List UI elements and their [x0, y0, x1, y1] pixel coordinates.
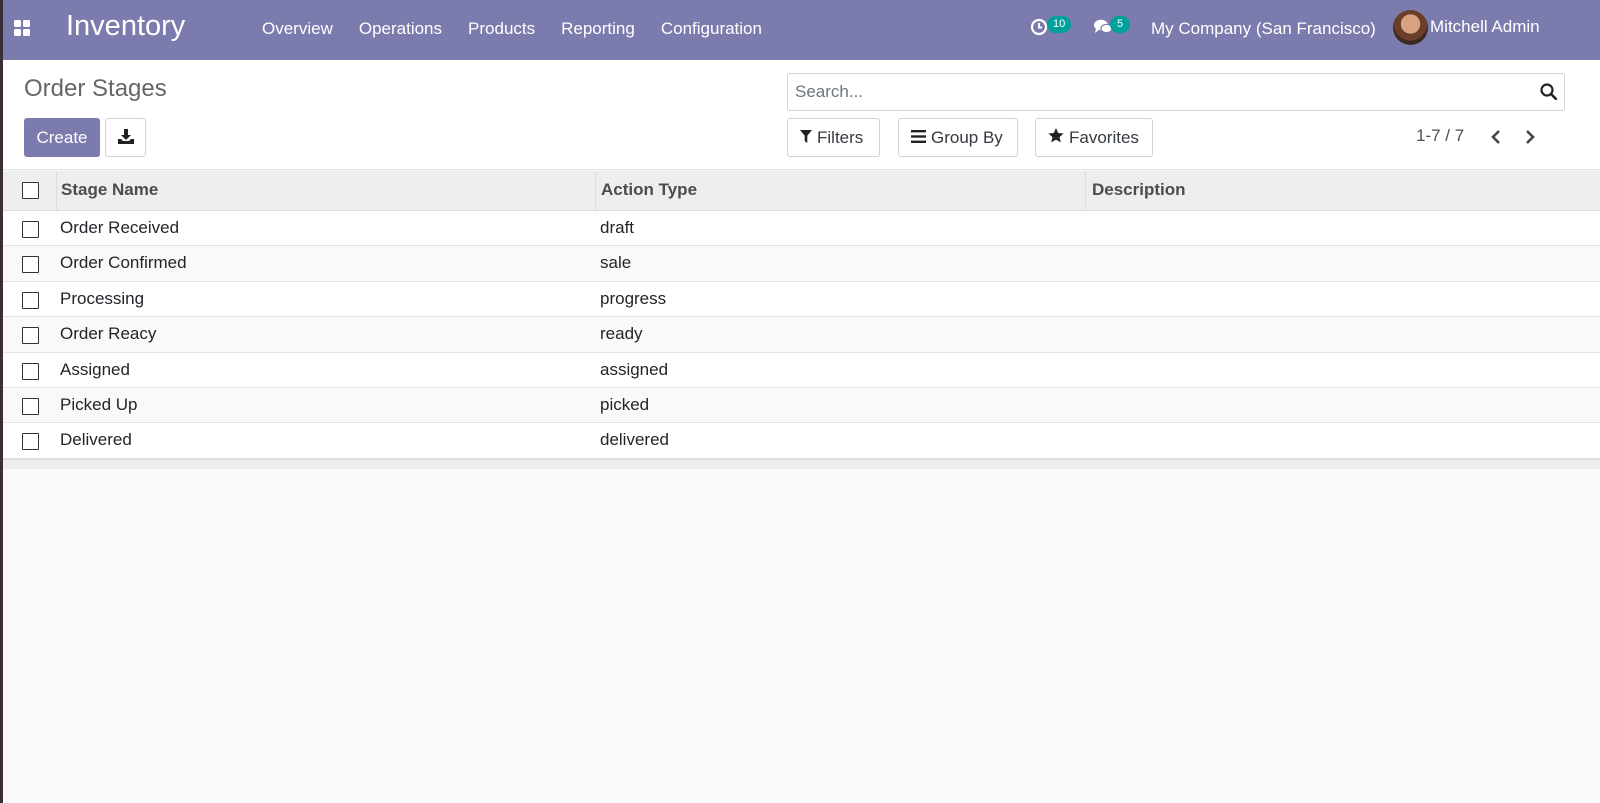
funnel-icon [800, 128, 812, 148]
table-row[interactable]: Picked Up picked [3, 387, 1600, 424]
table-footer [3, 458, 1600, 469]
action-type-cell: delivered [600, 430, 669, 450]
menu-item-overview[interactable]: Overview [249, 0, 346, 60]
menu-item-operations[interactable]: Operations [346, 0, 455, 60]
page-title: Order Stages [24, 75, 167, 102]
table-row[interactable]: Processing progress [3, 281, 1600, 318]
row-checkbox[interactable] [22, 291, 39, 309]
description-cell [1085, 282, 1600, 316]
menu-item-reporting[interactable]: Reporting [548, 0, 648, 60]
description-cell [1085, 423, 1600, 457]
stage-name-cell: Assigned [60, 359, 130, 379]
row-checkbox[interactable] [22, 433, 39, 451]
menu-item-configuration[interactable]: Configuration [648, 0, 775, 60]
filters-label: Filters [817, 127, 864, 147]
row-checkbox[interactable] [22, 256, 39, 274]
table-body: Order Received draft Order Confirmed sal… [3, 211, 1600, 459]
action-type-cell: draft [600, 218, 635, 237]
search-icon[interactable] [1540, 83, 1558, 105]
row-checkbox[interactable] [22, 362, 39, 380]
app-window: Inventory Overview Operations Products R… [3, 0, 1600, 803]
column-header-stage-name[interactable]: Stage Name [56, 171, 595, 210]
group-by-button[interactable]: Group By [898, 118, 1018, 157]
stage-name-cell: Processing [60, 288, 145, 308]
description-cell [1085, 246, 1600, 280]
stage-name-cell: Order Confirmed [60, 253, 187, 273]
messages-count-badge: 5 [1110, 16, 1130, 33]
avatar [1393, 10, 1428, 45]
description-cell [1085, 211, 1600, 245]
row-checkbox[interactable] [22, 221, 39, 238]
create-button[interactable]: Create [24, 118, 100, 157]
pager-value[interactable]: 1-7 / 7 [1416, 126, 1464, 146]
table-row[interactable]: Order Reacy ready [3, 317, 1600, 353]
filters-button[interactable]: Filters [787, 118, 880, 157]
company-switcher[interactable]: My Company (San Francisco) [1151, 0, 1376, 58]
favorites-button[interactable]: Favorites [1035, 118, 1153, 157]
activity-count-badge: 10 [1047, 16, 1072, 33]
action-type-cell: ready [600, 324, 643, 344]
export-download-button[interactable] [105, 118, 146, 157]
action-type-cell: picked [600, 394, 650, 414]
row-checkbox[interactable] [22, 327, 39, 345]
action-type-cell: sale [600, 253, 632, 273]
user-name: Mitchell Admin [1430, 17, 1540, 36]
activity-clock-icon[interactable] [1030, 18, 1048, 41]
order-stages-list: Stage Name Action Type Description Order… [3, 171, 1600, 469]
chevron-right-icon[interactable] [1519, 126, 1541, 148]
column-header-action-type[interactable]: Action Type [595, 171, 1085, 210]
star-icon [1048, 127, 1064, 148]
stage-name-cell: Order Reacy [60, 324, 157, 344]
menu-item-products[interactable]: Products [455, 0, 548, 60]
table-row[interactable]: Order Confirmed sale [3, 246, 1600, 282]
select-all-checkbox[interactable] [22, 182, 39, 199]
top-navbar: Inventory Overview Operations Products R… [3, 0, 1600, 60]
main-menu: Overview Operations Products Reporting C… [249, 0, 775, 60]
group-by-label: Group By [931, 127, 1003, 147]
description-cell [1085, 353, 1600, 387]
action-type-cell: progress [600, 288, 667, 308]
stage-name-cell: Delivered [60, 430, 132, 450]
header-checkbox-cell [3, 171, 56, 210]
favorites-label: Favorites [1069, 127, 1139, 147]
column-header-description[interactable]: Description [1085, 171, 1600, 210]
search-bar [787, 73, 1565, 111]
action-type-cell: assigned [600, 359, 669, 379]
table-row[interactable]: Delivered delivered [3, 423, 1600, 459]
app-brand[interactable]: Inventory [66, 10, 185, 43]
table-row[interactable]: Order Received draft [3, 211, 1600, 247]
stage-name-cell: Picked Up [60, 394, 138, 414]
control-panel: Order Stages Create Filt [3, 60, 1600, 170]
row-checkbox[interactable] [22, 397, 39, 415]
apps-menu-icon[interactable] [14, 20, 32, 38]
stage-name-cell: Order Received [60, 218, 180, 237]
description-cell [1085, 388, 1600, 422]
download-icon [117, 128, 134, 147]
list-bars-icon [911, 128, 926, 148]
search-input[interactable] [795, 74, 1515, 110]
table-row[interactable]: Assigned assigned [3, 352, 1600, 388]
chevron-left-icon[interactable] [1484, 126, 1506, 148]
description-cell [1085, 317, 1600, 351]
table-header: Stage Name Action Type Description [3, 171, 1600, 211]
